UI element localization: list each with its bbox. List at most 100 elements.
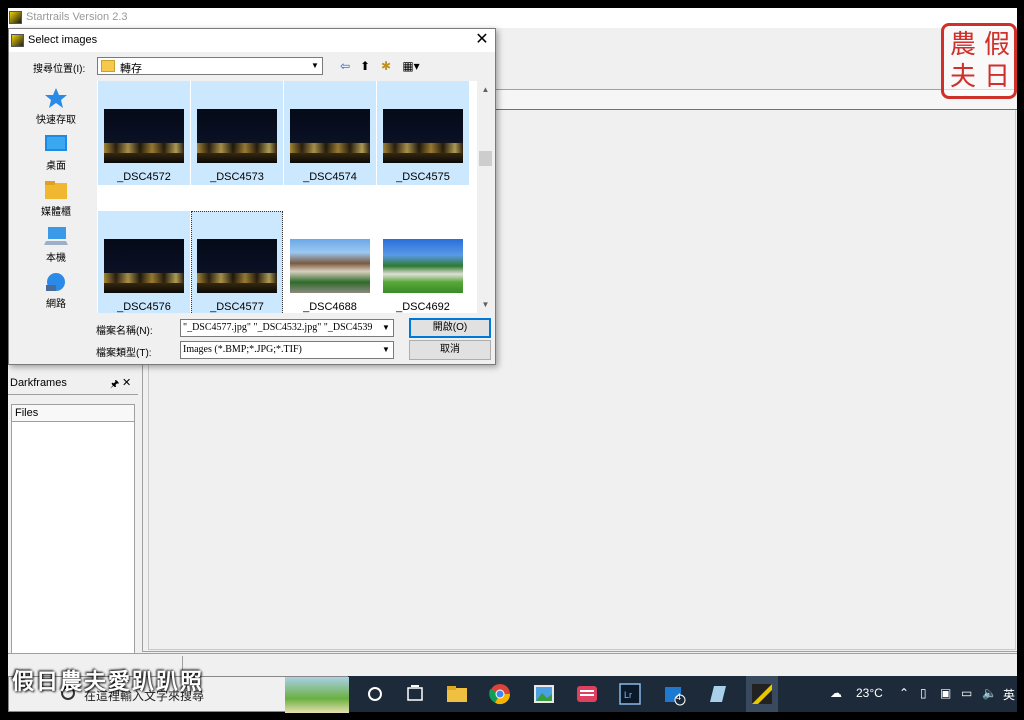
new-folder-icon[interactable]: ✱	[377, 57, 395, 75]
file-name: _DSC4576	[117, 301, 171, 313]
weather-icon[interactable]: ☁	[830, 686, 842, 700]
store-app-icon[interactable]: 4	[662, 682, 686, 706]
watermark-text: 假日農夫愛趴趴照	[12, 669, 205, 695]
volume-icon[interactable]: 🔈	[982, 686, 997, 700]
temperature-label[interactable]: 23°C	[856, 686, 883, 700]
file-thumbnail[interactable]: _DSC4577	[191, 211, 283, 313]
desktop-screen: Startrails Version 2.3 Darkframes 🖈 ✕ Fi…	[8, 8, 1017, 712]
place-label: 本機	[46, 253, 66, 264]
place-quick-access[interactable]: 快速存取	[15, 83, 89, 127]
places-bar: 快速存取 桌面 媒體櫃 本機 網路	[15, 83, 89, 313]
file-thumbnail[interactable]: _DSC4688	[284, 211, 376, 313]
file-name: _DSC4577	[210, 301, 264, 313]
up-folder-icon[interactable]: ⬆	[357, 57, 373, 75]
file-list-scrollbar[interactable]: ▲ ▼	[477, 81, 494, 313]
open-button[interactable]: 開啟(O)	[409, 318, 491, 338]
startrails-taskbar-icon[interactable]	[746, 676, 778, 712]
darkframes-header: Darkframes 🖈 ✕	[8, 373, 138, 395]
input-language-indicator[interactable]: 英	[1003, 686, 1015, 703]
look-in-label: 搜尋位置(I):	[33, 64, 86, 75]
pin-icon[interactable]: 🖈	[110, 377, 119, 394]
seal-char: 日	[984, 62, 1011, 92]
chrome-icon[interactable]	[488, 682, 512, 706]
night-photo-thumbnail	[104, 239, 184, 293]
look-in-dropdown[interactable]: 轉存 ▼	[97, 57, 323, 75]
night-photo-thumbnail	[290, 109, 370, 163]
darkframes-file-list[interactable]	[11, 422, 135, 653]
app-tray-icon[interactable]: ▣	[940, 686, 951, 700]
chevron-up-icon[interactable]: ⌃	[899, 686, 909, 700]
place-desktop[interactable]: 桌面	[15, 129, 89, 173]
dialog-title: Select images	[28, 34, 98, 46]
app-title: Startrails Version 2.3	[26, 11, 128, 23]
file-name: _DSC4572	[117, 171, 171, 183]
seal-char: 夫	[950, 62, 977, 92]
app-tabstrip	[496, 90, 1017, 110]
library-icon	[45, 181, 67, 199]
place-this-pc[interactable]: 本機	[15, 221, 89, 265]
back-arrow-icon[interactable]: ⇦	[337, 57, 353, 75]
night-photo-thumbnail	[197, 239, 277, 293]
cortana-icon[interactable]	[363, 682, 387, 706]
file-thumbnail[interactable]: _DSC4575	[377, 81, 469, 185]
task-view-icon[interactable]	[403, 682, 427, 706]
scrollbar-thumb[interactable]	[479, 151, 492, 166]
startrails-app-icon	[9, 11, 22, 24]
file-thumbnail-list[interactable]: _DSC4572 _DSC4573 _DSC4574 _DSC4575 _DSC…	[97, 81, 477, 313]
file-thumbnail[interactable]: _DSC4574	[284, 81, 376, 185]
file-name: _DSC4688	[303, 301, 357, 313]
computer-icon	[44, 227, 68, 245]
filename-value: "_DSC4577.jpg" "_DSC4532.jpg" "_DSC4539	[183, 322, 373, 333]
chevron-down-icon[interactable]: ▼	[379, 320, 393, 336]
place-label: 媒體櫃	[41, 207, 71, 218]
place-label: 桌面	[46, 161, 66, 172]
files-column-header[interactable]: Files	[11, 404, 135, 422]
chevron-down-icon: ▼	[311, 61, 319, 70]
night-photo-thumbnail	[197, 109, 277, 163]
close-icon[interactable]: ✕	[122, 376, 131, 389]
filename-input[interactable]: "_DSC4577.jpg" "_DSC4532.jpg" "_DSC4539 …	[180, 319, 394, 337]
network-tray-icon[interactable]: ▭	[961, 686, 972, 700]
chevron-down-icon[interactable]: ▼	[379, 342, 393, 358]
dialog-titlebar[interactable]: Select images ✕	[9, 29, 495, 52]
file-thumbnail[interactable]: _DSC4572	[98, 81, 190, 185]
scroll-down-icon[interactable]: ▼	[477, 296, 494, 313]
building-photo-thumbnail	[290, 239, 370, 293]
file-name: _DSC4574	[303, 171, 357, 183]
photo-viewer-icon[interactable]	[532, 682, 556, 706]
place-label: 快速存取	[36, 115, 76, 126]
lightroom-icon[interactable]: Lr	[618, 682, 642, 706]
place-network[interactable]: 網路	[15, 267, 89, 311]
file-name: _DSC4575	[396, 171, 450, 183]
notes-app-icon[interactable]	[705, 682, 729, 706]
building-photo-thumbnail	[383, 239, 463, 293]
filetype-value: Images (*.BMP;*.JPG;*.TIF)	[183, 344, 302, 355]
seal-watermark: 假 農 日 夫	[941, 23, 1017, 99]
scroll-up-icon[interactable]: ▲	[477, 81, 494, 98]
view-menu-icon[interactable]: ▦▾	[399, 57, 423, 75]
look-in-value: 轉存	[120, 63, 142, 75]
night-photo-thumbnail	[383, 109, 463, 163]
dialog-close-button[interactable]: ✕	[471, 30, 493, 50]
badge-count: 4	[676, 692, 682, 702]
place-library[interactable]: 媒體櫃	[15, 175, 89, 219]
file-name: _DSC4692	[396, 301, 450, 313]
filetype-dropdown[interactable]: Images (*.BMP;*.JPG;*.TIF) ▼	[180, 341, 394, 359]
app-titlebar: Startrails Version 2.3	[8, 8, 1017, 28]
file-explorer-icon[interactable]	[445, 682, 469, 706]
filetype-label: 檔案類型(T):	[96, 348, 152, 359]
red-app-icon[interactable]	[575, 682, 599, 706]
filename-label: 檔案名稱(N):	[96, 326, 153, 337]
seal-char: 農	[950, 30, 977, 60]
darkframes-title: Darkframes	[10, 377, 67, 389]
device-icon[interactable]: ▯	[920, 686, 927, 700]
desktop-icon	[45, 135, 67, 151]
file-thumbnail[interactable]: _DSC4576	[98, 211, 190, 313]
network-icon	[46, 273, 65, 291]
file-thumbnail[interactable]: _DSC4573	[191, 81, 283, 185]
svg-text:Lr: Lr	[624, 690, 632, 700]
cancel-button[interactable]: 取消	[409, 340, 491, 360]
file-thumbnail[interactable]: _DSC4692	[377, 211, 469, 313]
darkframes-panel: Darkframes 🖈 ✕ Files	[8, 373, 138, 653]
night-photo-thumbnail	[104, 109, 184, 163]
